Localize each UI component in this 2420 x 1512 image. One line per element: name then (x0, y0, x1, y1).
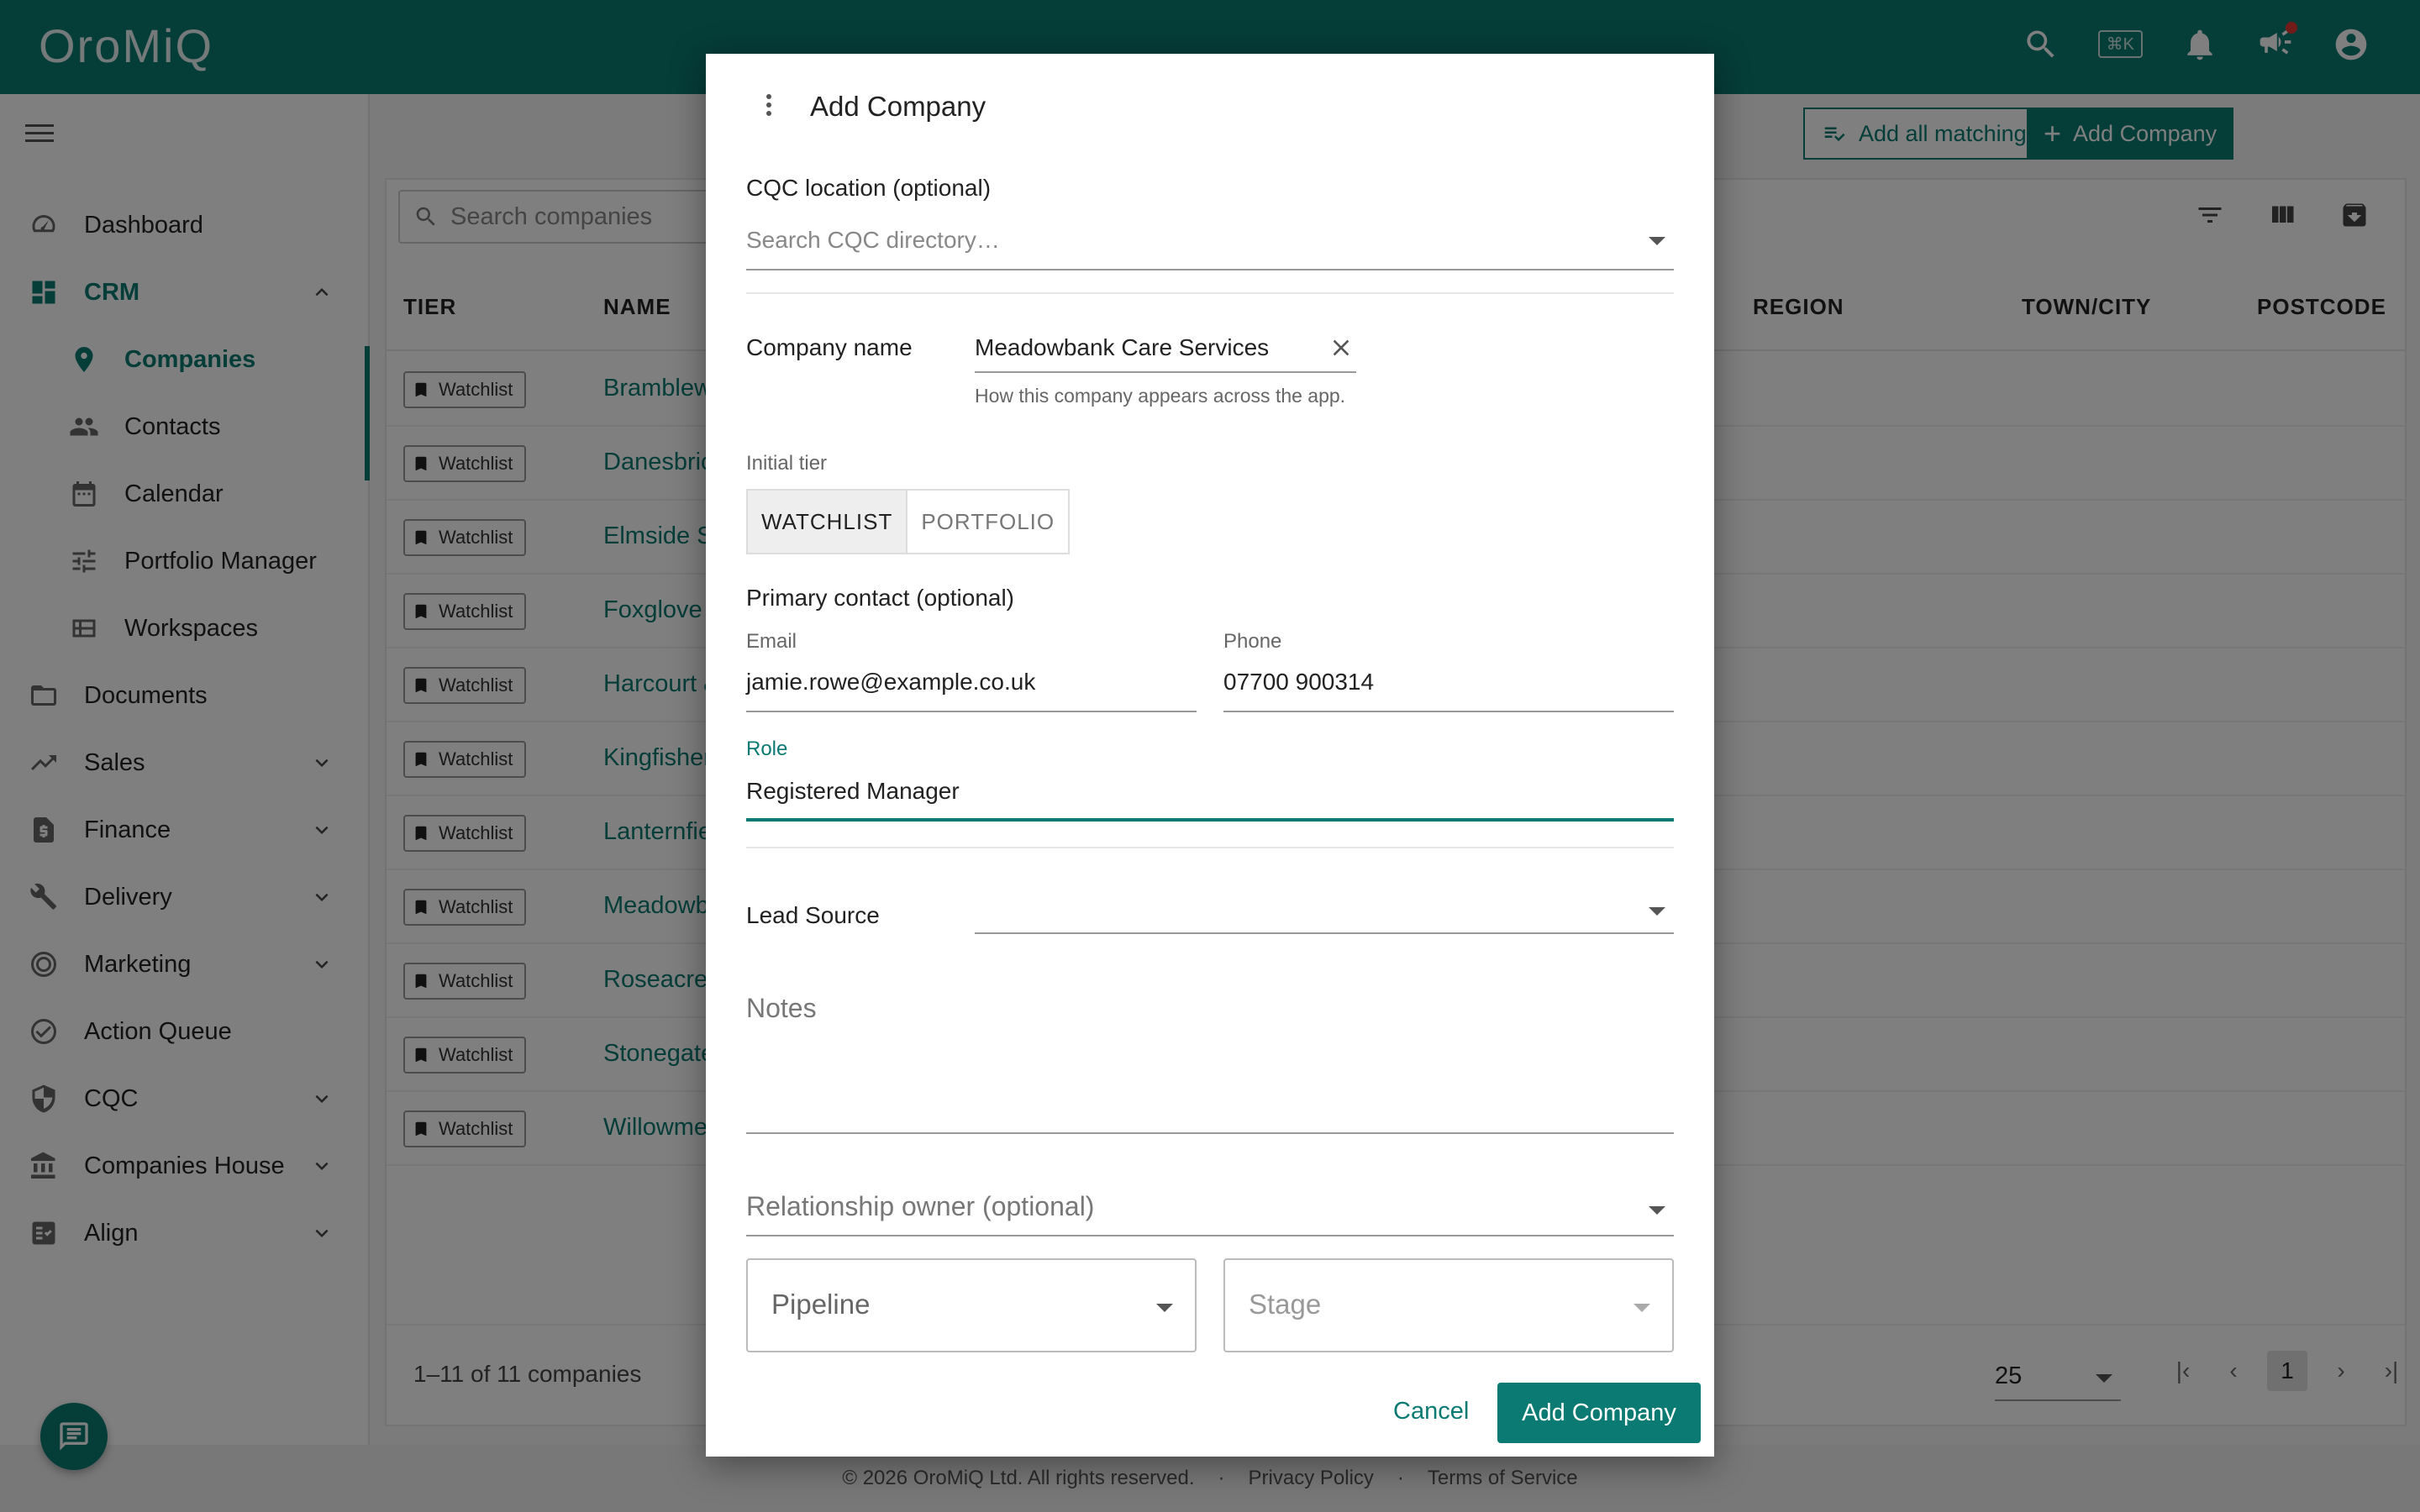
lead-source-label: Lead Source (746, 902, 880, 928)
notes-placeholder: Notes (746, 993, 817, 1023)
underline (1223, 711, 1674, 712)
company-name-helper: How this company appears across the app. (975, 385, 1346, 407)
clear-icon[interactable] (1328, 334, 1355, 361)
pipeline-placeholder: Pipeline (771, 1289, 871, 1320)
tier-option-portfolio[interactable]: PORTFOLIO (906, 491, 1069, 553)
caret-down-icon (1649, 1206, 1665, 1215)
role-label: Role (746, 738, 788, 760)
underline (746, 1235, 1674, 1236)
role-value: Registered Manager (746, 778, 960, 804)
lead-source-select[interactable] (975, 885, 1674, 934)
relationship-owner-select[interactable]: Relationship owner (optional) (746, 1184, 1674, 1236)
email-field[interactable]: jamie.rowe@example.co.uk (746, 655, 1197, 712)
pipeline-select[interactable]: Pipeline (746, 1258, 1197, 1352)
caret-down-icon (1649, 237, 1665, 245)
dialog-header: Add Company (706, 54, 1714, 155)
divider (746, 292, 1674, 294)
tier-option-watchlist[interactable]: WATCHLIST (748, 491, 907, 553)
phone-field[interactable]: 07700 900314 (1223, 655, 1674, 712)
email-label: Email (746, 630, 797, 653)
company-name-label: Company name (746, 334, 913, 360)
caret-down-icon (1634, 1304, 1650, 1312)
phone-value: 07700 900314 (1223, 669, 1375, 695)
underline (975, 932, 1674, 934)
more-vert-icon[interactable] (766, 91, 776, 119)
company-name-input[interactable]: Meadowbank Care Services (975, 321, 1356, 373)
primary-contact-label: Primary contact (optional) (746, 585, 1015, 611)
cqc-location-placeholder: Search CQC directory… (746, 227, 1000, 253)
stage-select[interactable]: Stage (1223, 1258, 1674, 1352)
focused-underline (746, 818, 1674, 822)
caret-down-icon (1156, 1304, 1173, 1312)
notes-textarea[interactable]: Notes (746, 986, 1674, 1134)
caret-down-icon (1649, 907, 1665, 916)
submit-add-company-button[interactable]: Add Company (1497, 1383, 1701, 1443)
underline (746, 1132, 1674, 1134)
cancel-button[interactable]: Cancel (1393, 1398, 1469, 1425)
cqc-location-label: CQC location (optional) (746, 175, 992, 201)
underline (975, 371, 1356, 373)
initial-tier-toggle: WATCHLIST PORTFOLIO (746, 489, 1071, 554)
email-value: jamie.rowe@example.co.uk (746, 669, 1036, 695)
stage-placeholder: Stage (1249, 1289, 1322, 1320)
phone-label: Phone (1223, 630, 1282, 653)
relationship-owner-placeholder: Relationship owner (optional) (746, 1191, 1095, 1221)
underline (746, 711, 1197, 712)
role-field[interactable]: Registered Manager (746, 764, 1674, 822)
divider (746, 847, 1674, 848)
underline (746, 269, 1674, 270)
company-name-value: Meadowbank Care Services (975, 334, 1270, 360)
add-company-dialog: Add Company CQC location (optional) Sear… (706, 54, 1714, 1457)
dialog-title: Add Company (810, 91, 986, 122)
initial-tier-label: Initial tier (746, 452, 828, 475)
cqc-location-select[interactable]: Search CQC directory… (746, 218, 1674, 270)
